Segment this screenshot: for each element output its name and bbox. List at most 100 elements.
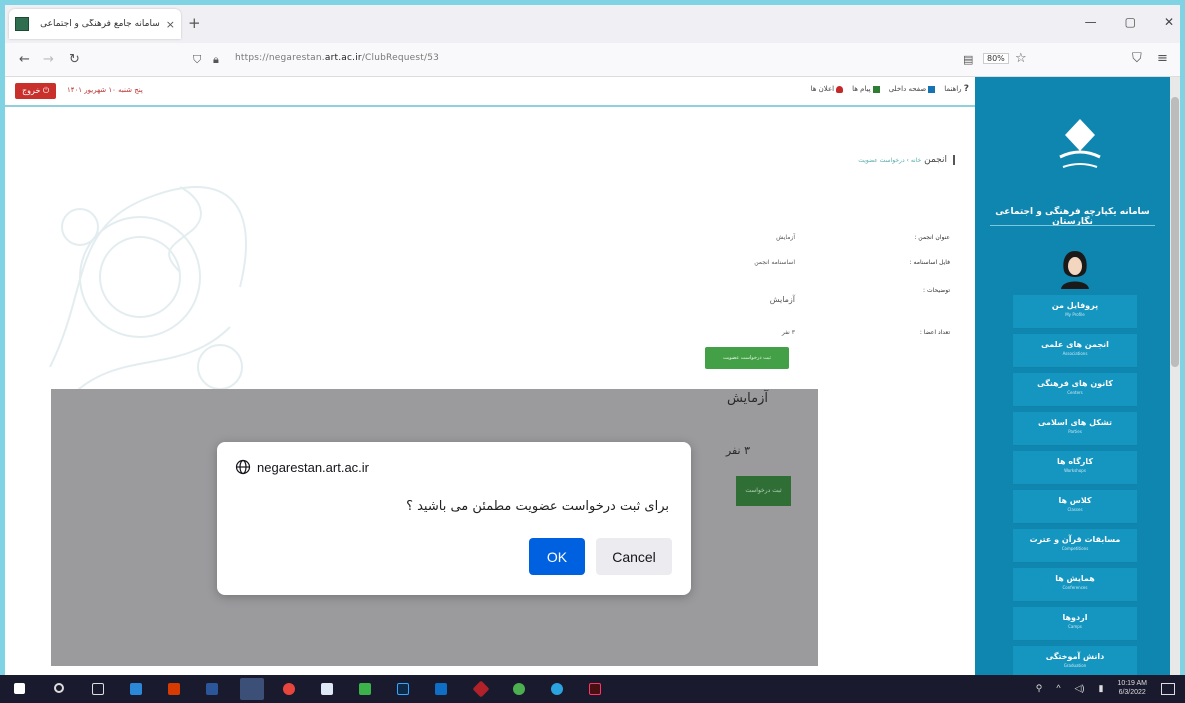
minimize-icon[interactable]: — xyxy=(1085,15,1097,29)
messages-link[interactable]: پیام ها xyxy=(852,85,880,93)
sidebar-item-label: پروفایل من xyxy=(1051,301,1099,310)
notification-icon[interactable] xyxy=(1161,683,1175,695)
page-title: انجمن xyxy=(924,155,947,165)
app-icon[interactable] xyxy=(435,683,447,695)
url-prefix: https://negarestan. xyxy=(235,53,325,63)
decorative-pattern-icon xyxy=(49,186,247,398)
app-icon[interactable] xyxy=(359,683,371,695)
app-icon[interactable] xyxy=(168,683,180,695)
ok-button[interactable]: OK xyxy=(529,538,585,575)
sidebar-item-sub: Graduation xyxy=(1063,663,1087,668)
app-icon[interactable] xyxy=(321,683,333,695)
sidebar-item-camps[interactable]: اردوها Camps xyxy=(1013,607,1137,641)
telegram-icon[interactable] xyxy=(551,683,563,695)
maximize-icon[interactable]: ▢ xyxy=(1125,15,1136,29)
sidebar-item-label: مسابقات قرآن و عترت xyxy=(1029,535,1121,544)
tab-strip: سامانه جامع فرهنگی و اجتماعی × + — ▢ ✕ xyxy=(5,5,1180,43)
breadcrumb-path[interactable]: خانه › درخواست عضویت xyxy=(858,157,921,164)
zoom-level[interactable]: 80% xyxy=(983,53,1009,64)
home-link[interactable]: صفحه داخلی xyxy=(889,85,936,93)
submit-membership-button[interactable]: ثبت درخواست عضویت xyxy=(705,347,789,369)
sidebar-item-sub: My Profile xyxy=(1065,312,1085,317)
university-logo-icon xyxy=(1059,119,1101,168)
shield-icon[interactable]: ⛉ xyxy=(1132,51,1142,66)
sidebar-item-label: کلاس ها xyxy=(1058,496,1092,505)
globe-icon xyxy=(235,459,251,475)
sidebar-item-sub: Classes xyxy=(1067,507,1083,512)
dialog-origin-text: negarestan.art.ac.ir xyxy=(257,459,370,475)
sidebar-item-label: کانون های فرهنگی xyxy=(1037,379,1113,388)
app-icon[interactable] xyxy=(130,683,142,695)
app-icon[interactable] xyxy=(472,680,490,698)
logout-button[interactable]: ⏻ خروج xyxy=(15,83,57,99)
logout-label: خروج xyxy=(22,86,41,95)
notifications-link[interactable]: اعلان ها xyxy=(811,85,844,93)
sidebar-item-classes[interactable]: کلاس ها Classes xyxy=(1013,490,1137,524)
sidebar-item-centers[interactable]: کانون های فرهنگی Centers xyxy=(1013,373,1137,407)
reload-icon[interactable]: ↻ xyxy=(69,52,80,67)
forward-icon[interactable]: → xyxy=(43,52,54,67)
task-view-icon[interactable] xyxy=(92,683,104,695)
sidebar-item-parties[interactable]: تشکل های اسلامی Parties xyxy=(1013,412,1137,446)
chrome-icon[interactable] xyxy=(283,683,295,695)
app-icon[interactable] xyxy=(513,683,525,695)
top-links: ? راهنما صفحه داخلی پیام ها اعلان ها xyxy=(811,84,969,94)
url-domain: art.ac.ir xyxy=(324,53,362,63)
address-bar[interactable]: https://negarestan.art.ac.ir/ClubRequest… xyxy=(235,53,439,63)
volume-icon[interactable]: ◁) xyxy=(1075,683,1085,694)
sidebar-item-sub: Workshops xyxy=(1064,468,1086,473)
close-window-icon[interactable]: ✕ xyxy=(1164,15,1174,29)
overlay-value-members: ۳ نفر xyxy=(725,444,750,457)
chevron-up-icon[interactable]: ^ xyxy=(1056,683,1060,693)
form-value-description: آزمایش xyxy=(769,295,795,304)
dialog-origin: negarestan.art.ac.ir xyxy=(235,459,369,475)
sidebar-item-conferences[interactable]: همایش ها Conferences xyxy=(1013,568,1137,602)
sidebar-item-graduation[interactable]: دانش آموختگی Graduation xyxy=(1013,646,1137,675)
battery-icon[interactable]: ▮ xyxy=(1098,683,1103,694)
sidebar-item-label: همایش ها xyxy=(1055,574,1095,583)
browser-tab[interactable]: سامانه جامع فرهنگی و اجتماعی × xyxy=(9,9,181,39)
bell-icon xyxy=(836,85,844,93)
cancel-button[interactable]: Cancel xyxy=(596,538,672,575)
menu-icon[interactable]: ≡ xyxy=(1157,51,1168,66)
form-label-title: عنوان انجمن : xyxy=(914,234,950,241)
scrollbar[interactable] xyxy=(1170,77,1180,675)
windows-start-icon[interactable] xyxy=(14,683,25,694)
form-label-members: تعداد اعضا : xyxy=(919,329,950,336)
photoshop-icon[interactable] xyxy=(397,683,409,695)
firefox-icon[interactable] xyxy=(240,678,264,700)
confirm-dialog: negarestan.art.ac.ir برای ثبت درخواست عض… xyxy=(217,442,691,595)
shield-icon[interactable]: ⛉ xyxy=(193,53,201,67)
sidebar: سامانه یکپارچه فرهنگی و اجتماعی نگارستان… xyxy=(975,77,1180,675)
tab-close-icon[interactable]: × xyxy=(166,18,175,31)
taskbar-clock[interactable]: 10:19 AM 6/3/2022 xyxy=(1117,679,1147,697)
form-value-file[interactable]: اساسنامه انجمن xyxy=(754,259,795,266)
sidebar-item-workshops[interactable]: کارگاه ها Workshops xyxy=(1013,451,1137,485)
divider xyxy=(990,225,1155,226)
page-top-bar: ⏻ خروج پنج شنبه ۱۰ شهریور ۱۴۰۱ ? راهنما … xyxy=(5,77,975,107)
network-icon[interactable]: ⚲ xyxy=(1036,683,1043,694)
new-tab-button[interactable]: + xyxy=(188,14,201,32)
indesign-icon[interactable] xyxy=(589,683,601,695)
avatar[interactable] xyxy=(1058,249,1092,289)
site-favicon-icon xyxy=(15,17,29,31)
lock-icon[interactable]: 🔒︎ xyxy=(213,53,219,67)
bookmark-star-icon[interactable]: ☆ xyxy=(1015,51,1027,66)
sidebar-item-sub: Parties xyxy=(1068,429,1082,434)
home-label: صفحه داخلی xyxy=(888,85,927,93)
help-link[interactable]: ? راهنما xyxy=(944,84,969,94)
breadcrumb: انجمن خانه › درخواست عضویت xyxy=(858,155,955,165)
sidebar-item-competitions[interactable]: مسابقات قرآن و عترت Competitions xyxy=(1013,529,1137,563)
scrollbar-thumb[interactable] xyxy=(1171,97,1179,367)
sidebar-item-label: کارگاه ها xyxy=(1057,457,1093,466)
sidebar-item-associations[interactable]: انجمن های علمی Associations xyxy=(1013,334,1137,368)
window-controls: — ▢ ✕ xyxy=(1085,15,1174,29)
reader-view-icon[interactable]: ▤ xyxy=(963,53,973,66)
search-icon[interactable] xyxy=(54,683,64,693)
sidebar-item-label: دانش آموختگی xyxy=(1045,652,1105,661)
sidebar-item-profile[interactable]: پروفایل من My Profile xyxy=(1013,295,1137,329)
word-icon[interactable] xyxy=(206,683,218,695)
navigation-bar: ← → ↻ ⛉ 🔒︎ https://negarestan.art.ac.ir/… xyxy=(5,43,1180,77)
dialog-message: برای ثبت درخواست عضویت مطمئن می باشید ؟ xyxy=(406,499,669,514)
back-icon[interactable]: ← xyxy=(19,52,30,67)
